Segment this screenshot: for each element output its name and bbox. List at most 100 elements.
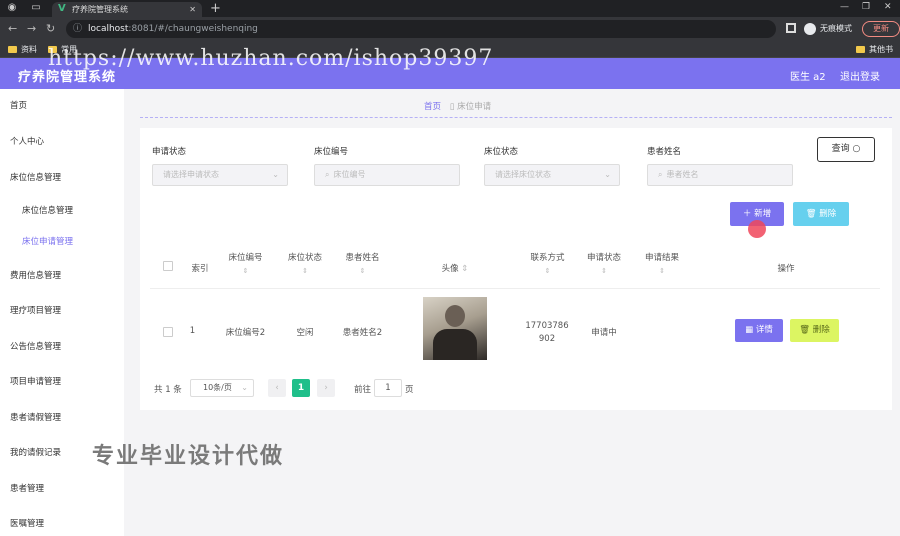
patient-avatar-photo (423, 297, 487, 360)
select-all-checkbox[interactable] (163, 261, 173, 271)
forward-icon[interactable]: → (27, 22, 36, 36)
tab-title: 疗养院管理系统 (72, 5, 128, 14)
chevron-down-icon: ⌄ (604, 170, 611, 179)
col-apply-result-label: 申请结果 (644, 253, 679, 263)
restore-icon[interactable]: ❐ (862, 0, 870, 15)
page-size-select[interactable]: 10条/页 ⌄ (190, 379, 254, 397)
incognito-indicator[interactable]: 无痕模式 (804, 22, 852, 36)
row-checkbox[interactable] (163, 327, 173, 337)
promo-overlay-text: 专业毕业设计代做 (92, 444, 285, 469)
address-bar[interactable]: ⓘ localhost:8081/#/chaungweishenqing (66, 20, 776, 38)
chrome-icon[interactable]: ◉ (6, 2, 18, 14)
row-bed-no: 床位编号2 (225, 328, 266, 338)
page-size-value: 10条/页 (203, 383, 232, 392)
tab-search-icon[interactable]: ▭ (30, 2, 42, 14)
browser-tab[interactable]: V 疗养院管理系统 ✕ (52, 2, 202, 17)
back-icon[interactable]: ← (8, 22, 17, 36)
col-bed-status[interactable]: 床位状态 ⇕ (280, 251, 330, 275)
query-label: 查询 (831, 144, 850, 154)
trash-icon: 🗑 (799, 325, 811, 335)
col-apply-result[interactable]: 申请结果 ⇕ (636, 251, 688, 275)
divider (140, 117, 892, 118)
sidebar-item-bed-apply[interactable]: 床位申请管理 (22, 235, 73, 247)
row-phone-line1: 17703786 (525, 321, 569, 331)
chevron-down-icon: ⌄ (241, 383, 248, 392)
sort-icon[interactable]: ⇕ (580, 267, 628, 275)
row-apply-status: 申请中 (591, 328, 617, 338)
goto-page-input[interactable]: 1 (374, 379, 402, 397)
current-user: 医生 a2 (790, 72, 826, 83)
search-icon: ⌕ (658, 170, 663, 179)
prev-page-button[interactable]: ‹ (268, 379, 286, 397)
sidebar-item-project-apply[interactable]: 项目申请管理 (10, 375, 61, 387)
sidebar-item-bed-info[interactable]: 床位信息管理 (22, 204, 73, 216)
sort-icon[interactable]: ⇕ (636, 267, 688, 275)
new-tab-icon[interactable]: + (210, 0, 221, 17)
sort-icon[interactable]: ⇕ (280, 267, 330, 275)
side-panel-icon[interactable] (786, 23, 796, 33)
folder-icon (8, 46, 17, 53)
sort-icon[interactable]: ⇕ (218, 267, 273, 275)
site-info-icon[interactable]: ⓘ (73, 20, 82, 38)
sidebar-item-bed-info-group[interactable]: 床位信息管理 (10, 171, 61, 183)
col-ops: 操作 (760, 262, 812, 274)
sidebar-item-notices[interactable]: 公告信息管理 (10, 340, 61, 352)
col-apply-status[interactable]: 申请状态 ⇕ (580, 251, 628, 275)
chevron-down-icon: ⌄ (272, 170, 279, 179)
row-delete-button[interactable]: 🗑 删除 (790, 319, 839, 342)
logout-link[interactable]: 退出登录 (840, 68, 880, 83)
col-phone[interactable]: 联系方式 ⇕ (520, 251, 575, 275)
vue-icon: V (58, 3, 66, 14)
col-avatar-label: 头像 (441, 264, 459, 274)
col-bed-no[interactable]: 床位编号 ⇕ (218, 251, 273, 275)
bookmark-label: 资料 (21, 45, 37, 54)
patient-name-input[interactable]: ⌕ 患者姓名 (647, 164, 793, 186)
detail-label: 详情 (755, 325, 773, 335)
page-number-current[interactable]: 1 (292, 379, 310, 397)
close-window-icon[interactable]: ✕ (884, 0, 892, 15)
bookmark-folder-ziliao[interactable]: 资料 (8, 43, 37, 56)
bed-status-placeholder: 请选择床位状态 (495, 170, 551, 179)
pagination-total: 共 1 条 (154, 385, 182, 395)
sidebar-item-home[interactable]: 首页 (10, 99, 27, 111)
patient-name-placeholder: 患者姓名 (666, 170, 699, 179)
row-phone: 17703786 902 (518, 320, 576, 346)
bed-status-select[interactable]: 请选择床位状态 ⌄ (484, 164, 620, 186)
batch-delete-button[interactable]: 🗑 删除 (793, 202, 849, 226)
reload-icon[interactable]: ↻ (46, 22, 55, 36)
minimize-icon[interactable]: — (840, 0, 849, 15)
col-bed-no-label: 床位编号 (228, 253, 263, 263)
search-icon: ⌕ (325, 170, 330, 179)
sidebar-item-patient-leave[interactable]: 患者请假管理 (10, 411, 61, 423)
sort-icon[interactable]: ⇕ (335, 267, 390, 275)
url-path: :8081/#/chaungweishenqing (128, 24, 258, 34)
sort-icon[interactable]: ⇕ (520, 267, 575, 275)
sidebar-item-my-leave[interactable]: 我的请假记录 (10, 446, 61, 458)
detail-button[interactable]: ▦ 详情 (735, 319, 783, 342)
breadcrumb-home[interactable]: 首页 (424, 102, 441, 112)
update-button[interactable]: 更新 (862, 21, 900, 37)
close-tab-icon[interactable]: ✕ (189, 2, 196, 17)
goto-label: 前往 (354, 385, 372, 395)
bed-status-label: 床位状态 (484, 147, 519, 157)
col-ops-label: 操作 (777, 264, 795, 274)
sidebar-item-therapy[interactable]: 理疗项目管理 (10, 304, 61, 316)
bed-no-input[interactable]: ⌕ 床位编号 (314, 164, 460, 186)
table-header-divider (150, 288, 880, 289)
sidebar-item-fees[interactable]: 费用信息管理 (10, 269, 61, 281)
plus-icon: ＋ (742, 209, 752, 219)
sort-icon[interactable]: ⇕ (461, 264, 468, 274)
col-avatar[interactable]: 头像 ⇕ (425, 262, 485, 274)
query-button[interactable]: 查询 ○ (817, 137, 875, 162)
apply-status-select[interactable]: 请选择申请状态 ⌄ (152, 164, 288, 186)
bed-no-placeholder: 床位编号 (333, 170, 366, 179)
next-page-button[interactable]: › (317, 379, 335, 397)
sidebar-item-patients[interactable]: 患者管理 (10, 482, 44, 494)
browser-toolbar: ← → ↻ ⓘ localhost:8081/#/chaungweishenqi… (0, 17, 900, 41)
sidebar-item-orders[interactable]: 医嘱管理 (10, 517, 44, 529)
page-suffix: 页 (405, 385, 414, 395)
sidebar-item-personal-center[interactable]: 个人中心 (10, 135, 44, 147)
col-phone-label: 联系方式 (530, 253, 565, 263)
col-patient[interactable]: 患者姓名 ⇕ (335, 251, 390, 275)
col-index: 索引 (185, 262, 215, 274)
